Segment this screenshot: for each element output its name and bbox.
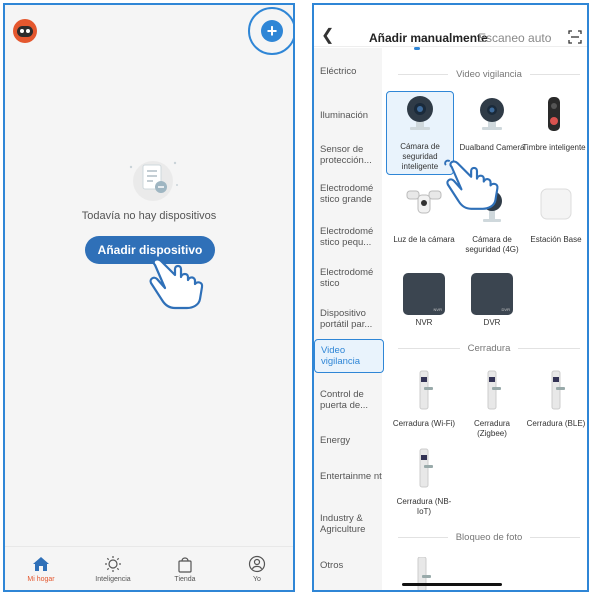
pointing-hand-icon — [147, 257, 204, 310]
tab-store-label: Tienda — [174, 576, 196, 583]
device-tile[interactable]: Cerradura (BLE) — [522, 369, 587, 429]
add-device-screen: ❮ Añadir manualmente Escaneo auto Eléctr… — [312, 3, 589, 592]
base-station-icon — [540, 188, 572, 220]
lock-icon — [419, 448, 433, 488]
category-item[interactable]: Iluminación — [320, 110, 382, 121]
tab-manual-add[interactable]: Añadir manualmente — [369, 31, 488, 45]
nvr-tag: NVR — [433, 307, 442, 312]
device-label: Cerradura (BLE) — [526, 419, 586, 428]
category-item[interactable]: Energy — [320, 435, 382, 446]
device-tile[interactable]: NVR NVR — [390, 273, 458, 328]
dualband-camera-icon — [480, 98, 504, 130]
category-item[interactable]: Entertainme nt — [320, 471, 382, 482]
tab-me[interactable]: Yo — [221, 547, 293, 590]
category-item[interactable]: Electrodomé stico pequ... — [320, 226, 382, 248]
device-label: Dualband Camera — [459, 143, 525, 152]
category-sidebar: Eléctrico Iluminación Sensor de protecci… — [314, 48, 384, 590]
category-item[interactable]: Electrodomé stico grande — [320, 183, 382, 205]
device-tile[interactable]: DVR DVR — [458, 273, 526, 328]
shopping-bag-icon — [174, 554, 196, 574]
category-item[interactable]: Eléctrico — [320, 66, 382, 77]
user-icon — [246, 554, 268, 574]
device-tile[interactable]: Estación Base — [522, 185, 587, 245]
device-tile[interactable]: Cerradura (Wi-Fi) — [390, 369, 458, 429]
scan-icon[interactable] — [568, 30, 582, 44]
device-tile[interactable]: Dualband Camera — [458, 93, 526, 153]
nvr-icon: NVR — [403, 273, 445, 315]
tab-home-label: Mi hogar — [27, 576, 55, 583]
section-header-photo-lock: Bloqueo de foto — [398, 531, 580, 543]
device-label: NVR — [415, 318, 433, 327]
tab-store[interactable]: Tienda — [149, 547, 221, 590]
tab-me-label: Yo — [253, 576, 261, 583]
dvr-icon: DVR — [471, 273, 513, 315]
empty-devices-illustration — [129, 161, 178, 201]
home-screen: + Todavía no hay dispositivos Añadir dis… — [3, 3, 295, 592]
active-tab-indicator — [414, 47, 420, 50]
empty-state-text: Todavía no hay dispositivos — [81, 210, 217, 222]
home-icon — [30, 554, 52, 574]
home-indicator — [402, 583, 502, 586]
device-label: DVR — [483, 318, 501, 327]
tab-intelligence[interactable]: Inteligencia — [77, 547, 149, 590]
tab-home[interactable]: Mi hogar — [5, 547, 77, 590]
section-header-lock: Cerradura — [398, 342, 580, 354]
device-tile[interactable]: Cerradura (NB-IoT) — [390, 447, 458, 517]
device-label: Cámara de seguridad (4G) — [465, 235, 519, 254]
add-plus-button[interactable]: + — [261, 20, 283, 42]
device-tile[interactable]: Cerradura (Zigbee) — [458, 369, 526, 439]
device-label: Timbre inteligente — [522, 143, 586, 152]
category-item[interactable]: Sensor de protección... — [320, 144, 382, 166]
lock-icon — [487, 370, 501, 410]
device-label: Luz de la cámara — [393, 235, 455, 244]
category-item[interactable]: Industry & Agriculture — [320, 513, 382, 535]
category-item[interactable]: Dispositivo portátil par... — [320, 308, 382, 330]
indoor-camera-icon — [407, 96, 433, 130]
device-label: Cerradura (Wi-Fi) — [392, 419, 456, 428]
tab-intelligence-label: Inteligencia — [95, 576, 131, 583]
doorbell-icon — [548, 97, 560, 131]
category-item-video-surveillance[interactable]: Video vigilancia — [314, 339, 384, 373]
sun-icon — [102, 554, 124, 574]
add-device-header: ❮ Añadir manualmente Escaneo auto — [314, 5, 587, 50]
tab-auto-scan[interactable]: Escaneo auto — [478, 31, 551, 45]
avatar[interactable] — [13, 19, 37, 43]
device-label: Estación Base — [530, 235, 582, 244]
device-tile[interactable]: Timbre inteligente — [520, 93, 587, 153]
category-item[interactable]: Electrodomé stico — [320, 267, 382, 289]
category-item[interactable]: Control de puerta de... — [320, 389, 382, 411]
lock-icon — [551, 370, 565, 410]
section-header-video: Video vigilancia — [398, 68, 580, 80]
lock-icon — [419, 370, 433, 410]
device-label: Cerradura (Zigbee) — [473, 419, 510, 438]
home-top-bar: + — [5, 5, 293, 57]
bottom-tab-bar: Mi hogar Inteligencia Tienda Yo — [5, 546, 293, 590]
back-chevron-icon[interactable]: ❮ — [321, 25, 334, 45]
dvr-tag: DVR — [501, 307, 510, 312]
floodlight-camera-icon — [406, 190, 442, 214]
category-item[interactable]: Otros — [320, 560, 382, 571]
device-label: Cerradura (NB-IoT) — [396, 497, 452, 516]
pointing-hand-icon — [444, 159, 499, 210]
